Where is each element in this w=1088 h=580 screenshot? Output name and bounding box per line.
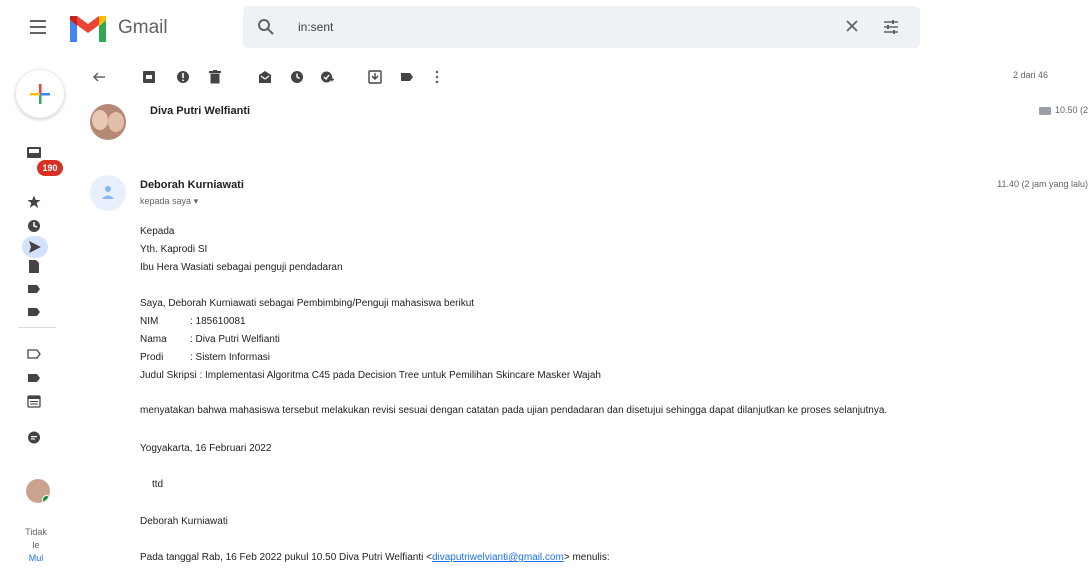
field-label: NIM bbox=[140, 316, 159, 327]
message-toolbar: 2 dari 46 bbox=[90, 66, 1088, 88]
app-name: Gmail bbox=[118, 17, 168, 38]
pagination-count: 2 dari 46 bbox=[1012, 70, 1048, 80]
search-input[interactable] bbox=[298, 16, 818, 38]
chat-status[interactable]: Tidak le Mul bbox=[0, 526, 72, 565]
collapsed-message[interactable]: Diva Putri Welfianti 10.50 (2 bbox=[90, 100, 1088, 148]
label-icon[interactable] bbox=[26, 304, 42, 320]
back-arrow-icon[interactable] bbox=[90, 68, 108, 86]
field-label: Nama bbox=[140, 334, 167, 345]
add-to-tasks-icon[interactable] bbox=[318, 68, 336, 86]
online-status-dot bbox=[42, 495, 50, 503]
sender-name: Diva Putri Welfianti bbox=[150, 105, 251, 117]
delete-icon[interactable] bbox=[206, 68, 224, 86]
chat-icon[interactable] bbox=[26, 430, 42, 446]
more-options-icon[interactable] bbox=[428, 68, 446, 86]
body-line: Yth. Kaprodi SI bbox=[140, 244, 208, 255]
attachment-icon bbox=[1038, 106, 1051, 115]
snoozed-icon[interactable] bbox=[26, 218, 42, 234]
student-field: Nama : Diva Putri Welfianti bbox=[140, 334, 280, 345]
student-field: NIM : 185610081 bbox=[140, 316, 246, 327]
search-bar bbox=[243, 6, 920, 48]
labels-icon[interactable] bbox=[398, 68, 416, 86]
body-line: Deborah Kurniawati bbox=[140, 516, 228, 527]
quote-email-link[interactable]: divaputriwelvianti@gmail.com bbox=[432, 552, 564, 563]
top-bar: Gmail bbox=[0, 0, 1088, 56]
field-label: Prodi bbox=[140, 352, 164, 363]
field-value: : Sistem Informasi bbox=[190, 352, 271, 363]
body-line: menyatakan bahwa mahasiswa tersebut mela… bbox=[140, 405, 888, 416]
inbox-unread-badge: 190 bbox=[37, 160, 63, 176]
clear-search-icon[interactable] bbox=[845, 19, 859, 38]
sender-name: Deborah Kurniawati bbox=[140, 179, 244, 191]
label-icon[interactable] bbox=[26, 281, 42, 297]
body-line: Judul Skripsi : Implementasi Algoritma C… bbox=[140, 370, 601, 381]
move-to-icon[interactable] bbox=[366, 68, 384, 86]
body-line: Kepada bbox=[140, 226, 175, 237]
sender-avatar bbox=[90, 104, 126, 140]
mark-unread-icon[interactable] bbox=[256, 68, 274, 86]
message-time-text: 10.50 (2 bbox=[1054, 105, 1088, 115]
student-field: Prodi : Sistem Informasi bbox=[140, 352, 270, 363]
snooze-icon[interactable] bbox=[288, 68, 306, 86]
body-line: Ibu Hera Wasiati sebagai penguji pendada… bbox=[140, 262, 343, 273]
body-line: ttd bbox=[152, 479, 164, 490]
chat-status-line: Tidak bbox=[25, 527, 47, 537]
field-value: : 185610081 bbox=[190, 316, 246, 327]
field-value: : Diva Putri Welfianti bbox=[190, 334, 280, 345]
sent-icon[interactable] bbox=[22, 236, 48, 258]
quote-header: Pada tanggal Rab, 16 Feb 2022 pukul 10.5… bbox=[140, 552, 610, 563]
label-icon[interactable] bbox=[26, 370, 42, 386]
sender-avatar bbox=[90, 175, 126, 211]
rail-divider bbox=[18, 327, 56, 328]
body-line: Yogyakarta, 16 Februari 2022 bbox=[140, 443, 272, 454]
calendar-icon[interactable] bbox=[26, 393, 42, 409]
archive-icon[interactable] bbox=[140, 68, 158, 86]
message-time: 10.50 (2 bbox=[1038, 105, 1088, 115]
profile-avatar[interactable] bbox=[26, 479, 50, 503]
starred-icon[interactable] bbox=[26, 194, 42, 210]
body-line: Saya, Deborah Kurniawati sebagai Pembimb… bbox=[140, 298, 475, 309]
search-icon[interactable] bbox=[257, 18, 275, 41]
compose-button[interactable] bbox=[16, 70, 64, 118]
chevron-down-icon: ▾ bbox=[193, 196, 199, 206]
drafts-icon[interactable] bbox=[26, 258, 42, 274]
recipient-label: kepada saya bbox=[140, 196, 192, 206]
recipient-dropdown[interactable]: kepada saya ▾ bbox=[140, 196, 198, 207]
label-outline-icon[interactable] bbox=[26, 346, 42, 362]
main-menu-icon[interactable] bbox=[30, 20, 46, 34]
chat-status-line: Mul bbox=[28, 553, 44, 563]
report-spam-icon[interactable] bbox=[174, 68, 192, 86]
chat-status-line: le bbox=[32, 540, 40, 550]
search-options-icon[interactable] bbox=[883, 19, 899, 40]
inbox-icon[interactable] bbox=[26, 144, 42, 160]
left-rail: 190 Tidak le Mul bbox=[0, 56, 72, 580]
message-time: 11.40 (2 jam yang lalu) bbox=[997, 179, 1088, 189]
gmail-logo[interactable] bbox=[68, 14, 108, 49]
quote-prefix: Pada tanggal Rab, 16 Feb 2022 pukul 10.5… bbox=[140, 552, 432, 563]
quote-suffix: > menulis: bbox=[563, 552, 610, 563]
